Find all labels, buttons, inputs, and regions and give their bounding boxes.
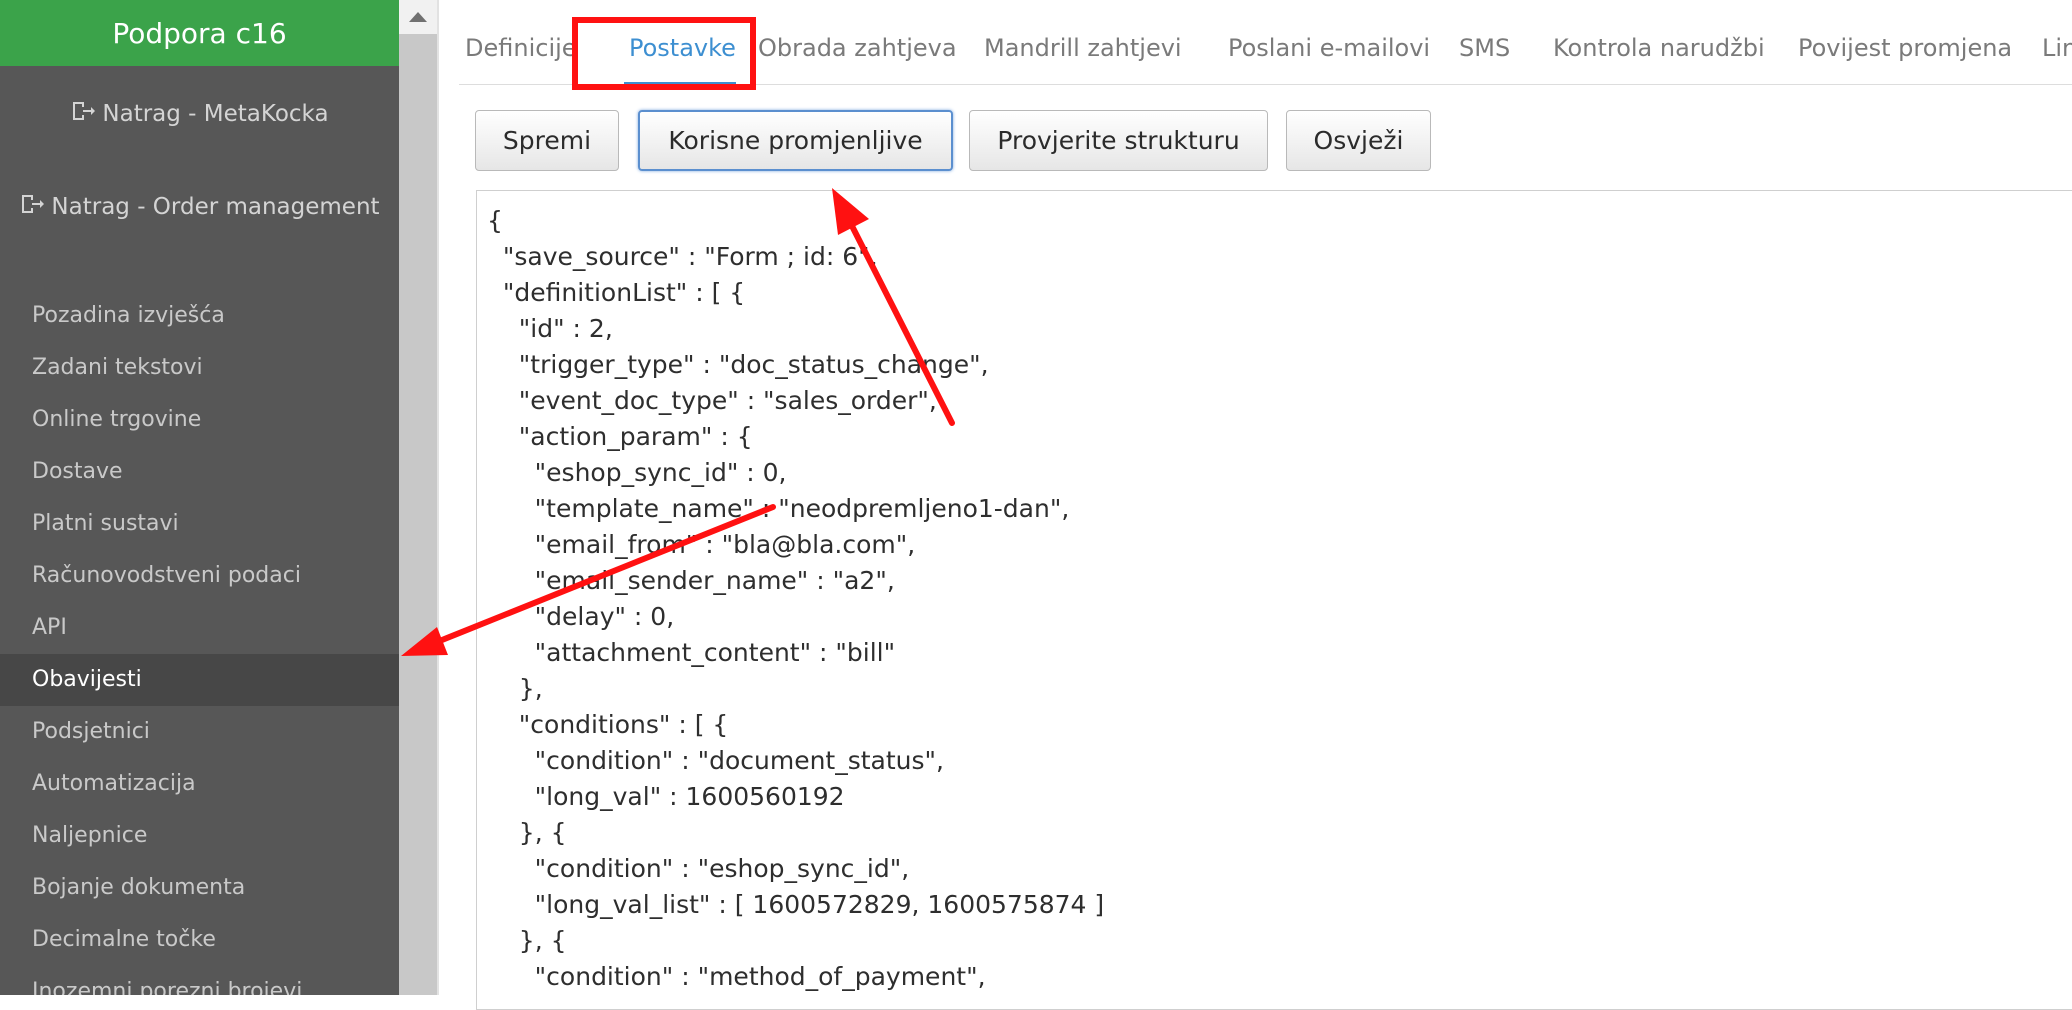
save-button[interactable]: Spremi [475, 110, 619, 171]
sidebar-item-online-trgovine[interactable]: Online trgovine [0, 394, 399, 446]
code-line: "long_val_list" : [ 1600572829, 16005758… [487, 890, 1105, 919]
check-structure-button[interactable]: Provjerite strukturu [969, 110, 1268, 171]
sidebar-scrollbar[interactable] [399, 0, 439, 995]
sidebar-nav: Pozadina izvješća Zadani tekstovi Online… [0, 290, 399, 995]
tab-kontrola-narudzbi[interactable]: Kontrola narudžbi [1553, 34, 1765, 62]
code-line: "action_param" : { [487, 422, 753, 451]
sidebar-item-naljepnice[interactable]: Naljepnice [0, 810, 399, 862]
code-line: }, [487, 674, 543, 703]
code-line: "eshop_sync_id" : 0, [487, 458, 787, 487]
sidebar-item-dostave[interactable]: Dostave [0, 446, 399, 498]
sidebar-item-racunovodstveni-podaci[interactable]: Računovodstveni podaci [0, 550, 399, 602]
sidebar-item-podsjetnici[interactable]: Podsjetnici [0, 706, 399, 758]
code-line: "long_val" : 1600560192 [487, 782, 845, 811]
sidebar: Podpora c16 Natrag - MetaKocka Natrag - … [0, 0, 399, 995]
sidebar-item-decimalne-tocke[interactable]: Decimalne točke [0, 914, 399, 966]
sidebar-title: Podpora c16 [0, 0, 399, 66]
sidebar-item-inozemni-porezni-brojevi[interactable]: Inozemni porezni brojevi [0, 966, 399, 995]
code-line: { [487, 206, 503, 235]
sidebar-item-zadani-tekstovi[interactable]: Zadani tekstovi [0, 342, 399, 394]
code-line: "event_doc_type" : "sales_order", [487, 386, 937, 415]
code-line: "conditions" : [ { [487, 710, 729, 739]
triangle-up-icon [409, 12, 427, 22]
sidebar-item-bojanje-dokumenta[interactable]: Bojanje dokumenta [0, 862, 399, 914]
back-link-metakocka[interactable]: Natrag - MetaKocka [0, 98, 399, 130]
sidebar-item-api[interactable]: API [0, 602, 399, 654]
back-link-label: Natrag - Order management [51, 194, 380, 220]
code-line: "id" : 2, [487, 314, 613, 343]
active-tab-underline [624, 82, 736, 84]
code-line: "save_source" : "Form ; id: 6", [487, 242, 878, 271]
code-line: "template_name" : "neodpremljeno1-dan", [487, 494, 1070, 523]
main-content: Definicije Postavke Obrada zahtjeva Mand… [441, 0, 2072, 1010]
code-line: "condition" : "eshop_sync_id", [487, 854, 910, 883]
code-line: }, { [487, 926, 567, 955]
tab-poslani-e-mailovi[interactable]: Poslani e-mailovi [1228, 34, 1430, 62]
scroll-up-button[interactable] [399, 0, 437, 34]
tab-mandrill-zahtjevi[interactable]: Mandrill zahtjevi [984, 34, 1182, 62]
tab-povijest-promjena[interactable]: Povijest promjena [1798, 34, 2012, 62]
code-line: "trigger_type" : "doc_status_change", [487, 350, 989, 379]
code-line: "condition" : "document_status", [487, 746, 944, 775]
useful-variables-button[interactable]: Korisne promjenljive [638, 110, 953, 171]
sidebar-item-automatizacija[interactable]: Automatizacija [0, 758, 399, 810]
code-line: "condition" : "method_of_payment", [487, 962, 986, 991]
sidebar-item-pozadina-izvjesca[interactable]: Pozadina izvješća [0, 290, 399, 342]
json-editor[interactable]: { "save_source" : "Form ; id: 6", "defin… [476, 190, 2072, 1010]
refresh-button[interactable]: Osvježi [1286, 110, 1431, 171]
sign-out-icon [19, 191, 45, 223]
sign-out-icon [70, 98, 96, 130]
sidebar-item-platni-sustavi[interactable]: Platni sustavi [0, 498, 399, 550]
code-line: }, { [487, 818, 567, 847]
tab-postavke[interactable]: Postavke [629, 34, 736, 62]
tab-definicije[interactable]: Definicije [465, 34, 577, 62]
code-line: "attachment_content" : "bill" [487, 638, 896, 667]
code-line: "email_from" : "bla@bla.com", [487, 530, 916, 559]
tab-bar: Definicije Postavke Obrada zahtjeva Mand… [459, 0, 2072, 85]
back-link-label: Natrag - MetaKocka [102, 101, 329, 127]
code-line: "definitionList" : [ { [487, 278, 746, 307]
back-link-order-management[interactable]: Natrag - Order management [0, 191, 399, 223]
code-line: "delay" : 0, [487, 602, 675, 631]
tab-link[interactable]: Link [2042, 34, 2072, 62]
tab-sms[interactable]: SMS [1459, 34, 1510, 62]
code-line: "email_sender_name" : "a2", [487, 566, 895, 595]
tab-obrada-zahtjeva[interactable]: Obrada zahtjeva [758, 34, 957, 62]
sidebar-item-obavijesti[interactable]: Obavijesti [0, 654, 399, 706]
